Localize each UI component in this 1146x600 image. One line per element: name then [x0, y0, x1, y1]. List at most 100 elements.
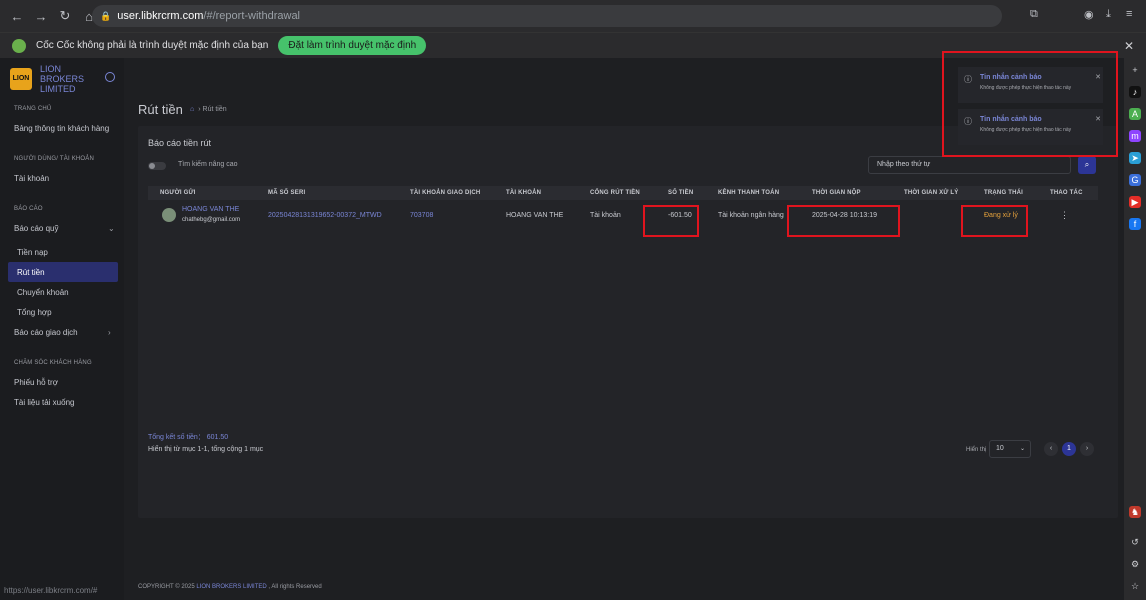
set-default-button[interactable]: Đặt làm trình duyệt mặc định: [278, 36, 427, 55]
menu-icon[interactable]: ≡: [1126, 8, 1132, 20]
close-icon[interactable]: ✕: [1095, 73, 1101, 81]
close-icon[interactable]: ✕: [1124, 39, 1134, 53]
home-icon[interactable]: ⌂: [190, 106, 194, 113]
profile-icon[interactable]: ◉: [1084, 8, 1094, 21]
section-home: TRANG CHỦ: [14, 106, 52, 112]
card-title: Báo cáo tiền rút: [148, 138, 212, 148]
translate-icon[interactable]: G: [1129, 174, 1141, 186]
serial-number[interactable]: 20250428131319652-00372_MTWD: [268, 212, 382, 219]
footer-prefix: COPYRIGHT © 2025: [138, 584, 195, 590]
extensions-icon[interactable]: ⧉: [1030, 8, 1038, 21]
sidebar-item-docs[interactable]: Tài liệu tải xuống: [14, 398, 74, 407]
sidebar-item-deposit[interactable]: Tiền nạp: [17, 248, 48, 257]
history-icon[interactable]: ↺: [1129, 536, 1141, 548]
brand-name: LION BROKERS LIMITED: [40, 64, 85, 94]
trading-account[interactable]: 703708: [410, 212, 433, 219]
breadcrumb-current: Rút tiền: [202, 106, 227, 113]
download-icon[interactable]: ⤓: [1106, 8, 1111, 21]
sidebar-item-summary[interactable]: Tổng hợp: [17, 308, 52, 317]
page-size-select[interactable]: 10 ⌄: [989, 440, 1031, 458]
page-size-label: Hiển thị: [966, 447, 987, 453]
url-domain: user.libkrcrm.com: [117, 10, 204, 22]
back-icon[interactable]: ←: [6, 9, 28, 24]
warning-icon: ⓘ: [964, 75, 972, 84]
col-amount: SỐ TIỀN: [668, 190, 694, 196]
chevron-down-icon: ⌄: [1019, 446, 1025, 452]
close-icon[interactable]: ✕: [1095, 115, 1101, 123]
col-account: TÀI KHOẢN: [506, 190, 542, 196]
sidebar-item-withdraw[interactable]: Rút tiền: [8, 262, 118, 282]
settings-icon[interactable]: ⚙: [1129, 558, 1141, 570]
lock-icon: 🔒: [100, 10, 112, 21]
notification-toast: ⓘ Tin nhắn cảnh báo Không được phép thực…: [958, 67, 1103, 103]
avatar: [162, 208, 176, 222]
prev-page-icon[interactable]: ‹: [1044, 442, 1058, 456]
url-path: /#/report-withdrawal: [203, 10, 300, 22]
col-trading-account: TÀI KHOẢN GIAO DỊCH: [410, 190, 481, 196]
advanced-search-toggle[interactable]: [148, 162, 166, 170]
browser-toolbar: ← → ↻ ⌂ 🔒 user.libkrcrm.com/#/report-wit…: [0, 0, 1146, 32]
highlight-submit-time: [787, 205, 900, 237]
col-channel: KÊNH THANH TOÁN: [718, 190, 780, 196]
messenger-icon[interactable]: m: [1129, 130, 1141, 142]
sidebar-item-dashboard[interactable]: Bảng thông tin khách hàng: [14, 124, 109, 133]
more-actions-icon[interactable]: ⋮: [1060, 210, 1069, 221]
notification-title: Tin nhắn cảnh báo: [980, 74, 1042, 81]
col-status: TRẠNG THÁI: [984, 190, 1023, 196]
notification-stack: ⓘ Tin nhắn cảnh báo Không được phép thực…: [942, 51, 1118, 157]
table-header: NGƯỜI GỬI MÃ SỐ SERI TÀI KHOẢN GIAO DỊCH…: [148, 186, 1098, 200]
chevron-down-icon: ⌄: [108, 224, 115, 233]
section-reports: BÁO CÁO: [14, 206, 43, 212]
youtube-icon[interactable]: ▶: [1129, 196, 1141, 208]
ai-icon[interactable]: A: [1129, 108, 1141, 120]
sidebar-item-ticket[interactable]: Phiếu hỗ trợ: [14, 378, 58, 387]
warning-icon: ⓘ: [964, 117, 972, 126]
footer-company[interactable]: LION BROKERS LIMITED: [196, 584, 266, 590]
highlight-amount: [643, 205, 699, 237]
gateway: Tài khoản: [590, 212, 621, 219]
col-sender: NGƯỜI GỬI: [160, 190, 196, 196]
page-button-current[interactable]: 1: [1062, 442, 1076, 456]
breadcrumb: ⌂ › Rút tiền: [190, 106, 227, 113]
reload-icon[interactable]: ↻: [54, 8, 76, 24]
notification-title: Tin nhắn cảnh báo: [980, 116, 1042, 123]
infobar-text: Cốc Cốc không phải là trình duyệt mặc đị…: [36, 40, 269, 51]
footer-suffix: , All rights Reserved: [268, 584, 322, 590]
col-submit-time: THỜI GIAN NỘP: [812, 190, 861, 196]
browser-side-panel: + ♪ A m ➤ G ▶ f ♞ ↺ ⚙ ☆: [1124, 58, 1146, 600]
search-icon[interactable]: ⌕: [1078, 156, 1096, 174]
next-page-icon[interactable]: ›: [1080, 442, 1094, 456]
notification-message: Không được phép thực hiện thao tác này: [980, 85, 1072, 91]
star-icon[interactable]: ☆: [1129, 580, 1141, 592]
address-bar[interactable]: 🔒 user.libkrcrm.com/#/report-withdrawal: [92, 5, 1002, 27]
col-gateway: CỔNG RÚT TIỀN: [590, 190, 640, 196]
telegram-icon[interactable]: ➤: [1129, 152, 1141, 164]
search-input[interactable]: Nhập theo thứ tự: [868, 156, 1071, 174]
coccoc-logo-icon: [12, 38, 26, 53]
report-card: Báo cáo tiền rút Tìm kiếm nâng cao Nhập …: [138, 126, 1118, 518]
sidebar-item-fund-report[interactable]: Báo cáo quỹ: [14, 224, 58, 233]
sender-name[interactable]: HOANG VAN THE: [182, 206, 239, 213]
col-serial: MÃ SỐ SERI: [268, 190, 306, 196]
page-title: Rút tiền: [138, 102, 183, 117]
sidebar-item-account[interactable]: Tài khoản: [14, 174, 49, 183]
notification-message: Không được phép thực hiện thao tác này: [980, 127, 1072, 133]
sidebar-item-trade-report[interactable]: Báo cáo giao dịch: [14, 328, 78, 337]
game-icon[interactable]: ♞: [1129, 506, 1141, 518]
showing-info: Hiển thị từ mục 1-1, tổng cộng 1 mục: [148, 446, 264, 453]
tiktok-icon[interactable]: ♪: [1129, 86, 1141, 98]
brand[interactable]: LION LION BROKERS LIMITED: [10, 64, 120, 94]
channel: Tài khoản ngân hàng: [718, 212, 784, 219]
advanced-search-label: Tìm kiếm nâng cao: [178, 161, 238, 168]
add-icon[interactable]: +: [1129, 64, 1141, 76]
section-support: CHĂM SÓC KHÁCH HÀNG: [14, 360, 92, 366]
forward-icon[interactable]: →: [30, 9, 52, 24]
app-sidebar: LION LION BROKERS LIMITED TRANG CHỦ Bảng…: [0, 58, 124, 600]
col-process-time: THỜI GIAN XỬ LÝ: [904, 190, 959, 196]
sidebar-item-transfer[interactable]: Chuyển khoản: [17, 288, 69, 297]
sender-email: chathebg@gmail.com: [182, 217, 241, 223]
highlight-status: [961, 205, 1028, 237]
table-row: HOANG VAN THE chathebg@gmail.com 2025042…: [148, 200, 1098, 232]
facebook-icon[interactable]: f: [1129, 218, 1141, 230]
sidebar-toggle-icon[interactable]: [105, 72, 115, 82]
